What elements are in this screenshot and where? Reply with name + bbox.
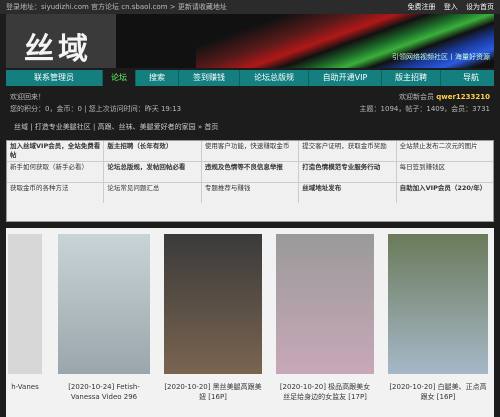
new-member-name[interactable]: qwer1233210	[436, 93, 490, 101]
new-member: 欢迎新会员 qwer1233210	[399, 92, 490, 102]
thumbnail-strip: h-Vanes [2020-10-24] Fetish-Vanessa Vide…	[6, 228, 494, 417]
thumbnail-card[interactable]: [2020-10-20] 极品高跟美女 丝足给身边的女监友 [17P]	[276, 234, 374, 401]
top-bar-text: 登录地址：siyudizhi.com 官方论坛 cn.sbaol.com > 更…	[6, 3, 227, 11]
thumbnail-caption[interactable]: [2020-10-20] 白腿美、正点高跟女 [16P]	[388, 382, 488, 402]
thumbnail-image[interactable]	[58, 234, 150, 374]
nav-signin[interactable]: 签到赚钱	[179, 70, 240, 86]
grid-link[interactable]: 加入丝域VIP会员，全站免费看帖	[7, 141, 105, 161]
welcome-text: 欢迎回来！	[10, 93, 45, 101]
login-link[interactable]: 登入	[444, 3, 458, 11]
forum-stats: 主题：1094，帖子：1409，会员：3731	[359, 105, 490, 113]
grid-link[interactable]: 新手如何获取（新手必看）	[7, 162, 105, 182]
grid-link[interactable]: 全站禁止发布二次元的图片	[397, 141, 493, 161]
nav-rules[interactable]: 论坛总版规	[240, 70, 309, 86]
grid-link[interactable]: 专题推荐与赚钱	[202, 183, 300, 203]
grid-link[interactable]: 提交客户证明，获取金币奖励	[299, 141, 397, 161]
nav-search[interactable]: 搜索	[136, 70, 179, 86]
nav-contact-admin[interactable]: 联系管理员	[6, 70, 103, 86]
grid-link[interactable]: 自助加入VIP会员（220/年）	[397, 183, 493, 203]
nav-guide[interactable]: 导航	[441, 70, 500, 86]
top-links: 免费注册 登入 设为首页	[402, 0, 494, 14]
grid-link[interactable]: 论坛常见问题汇总	[104, 183, 202, 203]
top-bar: 登录地址：siyudizhi.com 官方论坛 cn.sbaol.com > 更…	[0, 0, 500, 14]
grid-link[interactable]: 论坛总版规，发帖回帖必看	[104, 162, 202, 182]
banner-tagline: 引领网络视频社区丨海量好资源	[392, 53, 490, 61]
thumbnail-card[interactable]: [2020-10-24] Fetish-Vanessa Video 296	[58, 234, 150, 401]
thumbnail-caption[interactable]: [2020-10-20] 极品高跟美女 丝足给身边的女监友 [17P]	[276, 382, 374, 402]
thumbnail-image[interactable]	[8, 234, 42, 374]
grid-row: 新手如何获取（新手必看） 论坛总版规，发帖回帖必看 违规及色情等不良信息举报 打…	[7, 162, 493, 183]
register-link[interactable]: 免费注册	[408, 3, 436, 11]
thumbnail-card[interactable]: [2020-10-20] 白腿美、正点高跟女 [16P]	[388, 234, 488, 401]
thumbnail-caption[interactable]: [2020-10-20] 黑丝美腿高跟美妞 [16P]	[164, 382, 262, 402]
grid-link[interactable]: 违规及色情等不良信息举报	[202, 162, 300, 182]
grid-link[interactable]: 打造色情模范专业服务行动	[299, 162, 397, 182]
set-homepage-link[interactable]: 设为首页	[466, 3, 494, 11]
thumbnail-image[interactable]	[388, 234, 488, 374]
nav-forum[interactable]: 论坛	[103, 70, 136, 86]
site-banner: 丝域 引领网络视频社区丨海量好资源	[6, 14, 494, 68]
grid-row: 获取金币的各种方法 论坛常见问题汇总 专题推荐与赚钱 丝域地址发布 自助加入VI…	[7, 183, 493, 203]
nav-vip[interactable]: 自助开通VIP	[309, 70, 382, 86]
grid-link[interactable]: 使用客户功能，快速赚取金币	[202, 141, 300, 161]
thumbnail-caption[interactable]: [2020-10-24] Fetish-Vanessa Video 296	[58, 382, 150, 402]
thumbnail-caption[interactable]: h-Vanes	[8, 382, 42, 392]
nav-moderator[interactable]: 版主招聘	[382, 70, 441, 86]
user-stats: 您的积分：0，金币：0 | 您上次访问时间：昨天 19:13	[10, 105, 182, 113]
announcement-grid: 加入丝域VIP会员，全站免费看帖 版主招聘（长年有效） 使用客户功能，快速赚取金…	[6, 140, 494, 222]
breadcrumb[interactable]: 丝域 | 打造专业美腿社区 | 高跟、丝袜、美腿爱好者的家园 » 首页	[6, 120, 494, 134]
grid-link[interactable]: 每日签到赚钱区	[397, 162, 493, 182]
thumbnail-card[interactable]: h-Vanes	[8, 234, 42, 391]
thumbnail-image[interactable]	[276, 234, 374, 374]
site-logo[interactable]: 丝域	[24, 24, 92, 68]
thumbnail-image[interactable]	[164, 234, 262, 374]
grid-link[interactable]: 获取金币的各种方法	[7, 183, 105, 203]
grid-link[interactable]: 版主招聘（长年有效）	[104, 141, 202, 161]
grid-link[interactable]: 丝域地址发布	[299, 183, 397, 203]
main-nav: 联系管理员 论坛 搜索 签到赚钱 论坛总版规 自助开通VIP 版主招聘 导航	[6, 70, 494, 86]
new-member-label: 欢迎新会员	[398, 93, 434, 101]
info-bar: 欢迎回来！ 您的积分：0，金币：0 | 您上次访问时间：昨天 19:13 欢迎新…	[6, 88, 494, 118]
grid-row: 加入丝域VIP会员，全站免费看帖 版主招聘（长年有效） 使用客户功能，快速赚取金…	[7, 141, 493, 162]
thumbnail-card[interactable]: [2020-10-20] 黑丝美腿高跟美妞 [16P]	[164, 234, 262, 401]
